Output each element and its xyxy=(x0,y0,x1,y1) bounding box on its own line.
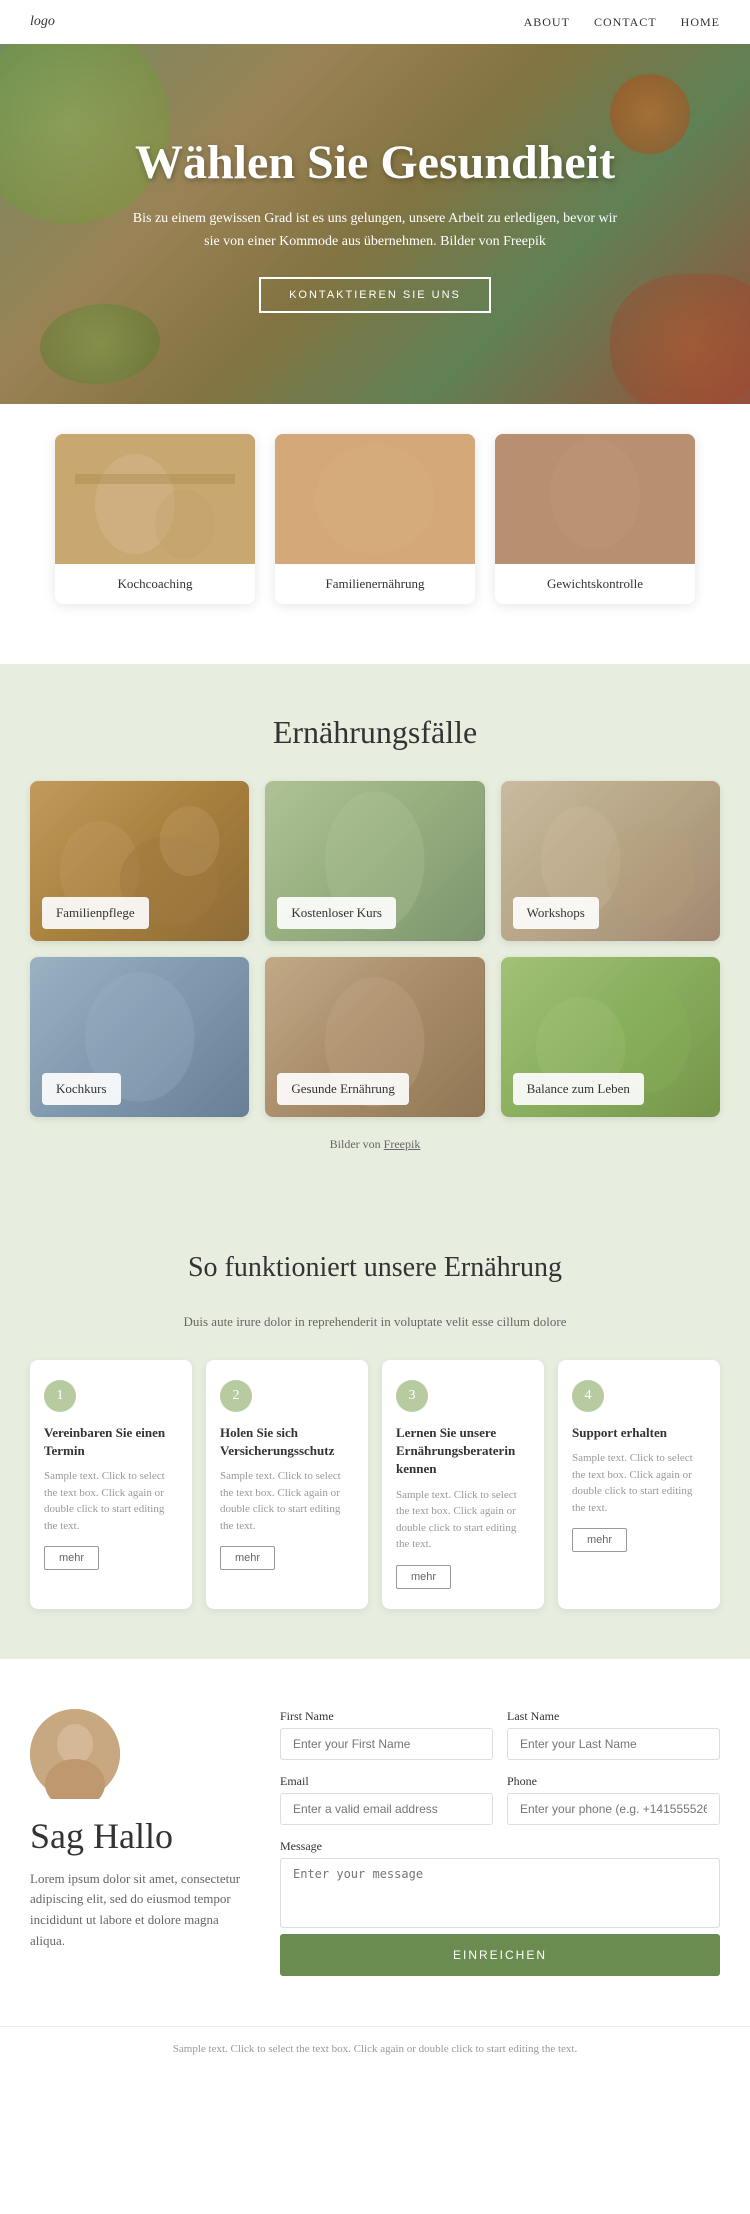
message-label: Message xyxy=(280,1839,720,1854)
card-img-svg-1 xyxy=(275,434,475,564)
service-card-2: Gewichtskontrolle xyxy=(495,434,695,604)
how-subtitle: Duis aute irure dolor in reprehenderit i… xyxy=(30,1314,720,1330)
contact-description: Lorem ipsum dolor sit amet, consectetur … xyxy=(30,1869,250,1952)
firstname-input[interactable] xyxy=(280,1728,493,1760)
contact-left: Sag Hallo Lorem ipsum dolor sit amet, co… xyxy=(30,1709,250,1976)
how-step-btn-2[interactable]: mehr xyxy=(396,1565,451,1589)
lastname-label: Last Name xyxy=(507,1709,720,1724)
how-num-2: 3 xyxy=(396,1380,428,1412)
hero-description: Bis zu einem gewissen Grad ist es uns ge… xyxy=(125,208,625,253)
form-group-email: Email xyxy=(280,1774,493,1825)
phone-label: Phone xyxy=(507,1774,720,1789)
how-step-text-3: Sample text. Click to select the text bo… xyxy=(572,1450,706,1516)
contact-greeting: Sag Hallo xyxy=(30,1815,250,1857)
message-input[interactable] xyxy=(280,1858,720,1928)
case-label-4: Gesunde Ernährung xyxy=(277,1073,409,1105)
card-label-0: Kochcoaching xyxy=(55,564,255,604)
how-step-text-2: Sample text. Click to select the text bo… xyxy=(396,1487,530,1553)
service-card-0: Kochcoaching xyxy=(55,434,255,604)
card-label-2: Gewichtskontrolle xyxy=(495,564,695,604)
how-step-title-2: Lernen Sie unsere Ernährungsberaterin ke… xyxy=(396,1424,530,1479)
card-image-1 xyxy=(275,434,475,564)
case-label-1: Kostenloser Kurs xyxy=(277,897,396,929)
hero-title: Wählen Sie Gesundheit xyxy=(125,135,625,190)
case-card-5: Balance zum Leben xyxy=(501,957,720,1117)
case-card-1: Kostenloser Kurs xyxy=(265,781,484,941)
email-label: Email xyxy=(280,1774,493,1789)
how-card-3: 4 Support erhalten Sample text. Click to… xyxy=(558,1360,720,1609)
freepik-link-cases[interactable]: Freepik xyxy=(384,1137,421,1151)
hero-section: Wählen Sie Gesundheit Bis zu einem gewis… xyxy=(0,44,750,404)
card-image-0 xyxy=(55,434,255,564)
email-input[interactable] xyxy=(280,1793,493,1825)
how-card-1: 2 Holen Sie sich Versicherungsschutz Sam… xyxy=(206,1360,368,1609)
form-group-message: Message xyxy=(280,1839,720,1928)
how-step-text-0: Sample text. Click to select the text bo… xyxy=(44,1468,178,1534)
logo: logo xyxy=(30,14,55,30)
submit-button[interactable]: EINREICHEN xyxy=(280,1934,720,1976)
deco-circle-4 xyxy=(40,304,160,384)
cases-grid: Familienpflege Kostenloser Kurs Workshop… xyxy=(30,781,720,1117)
how-card-2: 3 Lernen Sie unsere Ernährungsberaterin … xyxy=(382,1360,544,1609)
form-row-email: Email Phone xyxy=(280,1774,720,1825)
how-title: So funktioniert unsere Ernährung xyxy=(30,1252,720,1284)
phone-input[interactable] xyxy=(507,1793,720,1825)
how-step-text-1: Sample text. Click to select the text bo… xyxy=(220,1468,354,1534)
form-row-name: First Name Last Name xyxy=(280,1709,720,1760)
nav-about[interactable]: ABOUT xyxy=(524,15,570,30)
firstname-label: First Name xyxy=(280,1709,493,1724)
case-label-0: Familienpflege xyxy=(42,897,149,929)
lastname-input[interactable] xyxy=(507,1728,720,1760)
nav-links: ABOUT CONTACT HOME xyxy=(524,15,720,30)
how-step-btn-3[interactable]: mehr xyxy=(572,1528,627,1552)
how-num-1: 2 xyxy=(220,1380,252,1412)
hero-content: Wählen Sie Gesundheit Bis zu einem gewis… xyxy=(65,135,685,313)
form-group-phone: Phone xyxy=(507,1774,720,1825)
hero-cta-button[interactable]: KONTAKTIEREN SIE UNS xyxy=(259,277,491,313)
contact-form: First Name Last Name Email Phone Message… xyxy=(280,1709,720,1976)
how-section: So funktioniert unsere Ernährung Duis au… xyxy=(0,1202,750,1659)
service-card-1: Familienernährung xyxy=(275,434,475,604)
case-card-2: Workshops xyxy=(501,781,720,941)
card-image-2 xyxy=(495,434,695,564)
how-step-btn-1[interactable]: mehr xyxy=(220,1546,275,1570)
contact-avatar xyxy=(30,1709,120,1799)
card-img-svg-2 xyxy=(495,434,695,564)
case-card-4: Gesunde Ernährung xyxy=(265,957,484,1117)
footer-note: Sample text. Click to select the text bo… xyxy=(0,2026,750,2071)
how-step-title-1: Holen Sie sich Versicherungsschutz xyxy=(220,1424,354,1460)
avatar-svg xyxy=(30,1709,120,1799)
form-group-firstname: First Name xyxy=(280,1709,493,1760)
navigation: logo ABOUT CONTACT HOME xyxy=(0,0,750,44)
cases-credit: Bilder von Freepik xyxy=(30,1137,720,1152)
case-card-3: Kochkurs xyxy=(30,957,249,1117)
how-step-title-0: Vereinbaren Sie einen Termin xyxy=(44,1424,178,1460)
how-num-0: 1 xyxy=(44,1380,76,1412)
how-grid: 1 Vereinbaren Sie einen Termin Sample te… xyxy=(30,1360,720,1609)
how-step-btn-0[interactable]: mehr xyxy=(44,1546,99,1570)
how-step-title-3: Support erhalten xyxy=(572,1424,706,1442)
how-num-3: 4 xyxy=(572,1380,604,1412)
contact-section: Sag Hallo Lorem ipsum dolor sit amet, co… xyxy=(0,1659,750,2026)
case-label-5: Balance zum Leben xyxy=(513,1073,644,1105)
spacer-1 xyxy=(0,634,750,664)
nav-contact[interactable]: CONTACT xyxy=(594,15,657,30)
card-label-1: Familienernährung xyxy=(275,564,475,604)
form-group-lastname: Last Name xyxy=(507,1709,720,1760)
cases-title: Ernährungsfälle xyxy=(30,714,720,751)
how-card-0: 1 Vereinbaren Sie einen Termin Sample te… xyxy=(30,1360,192,1609)
case-card-0: Familienpflege xyxy=(30,781,249,941)
cases-section: Ernährungsfälle Familienpflege Ko xyxy=(0,664,750,1202)
service-cards-row: Kochcoaching Familienernährung Gewichtsk… xyxy=(0,404,750,634)
case-label-2: Workshops xyxy=(513,897,599,929)
nav-home[interactable]: HOME xyxy=(681,15,720,30)
case-label-3: Kochkurs xyxy=(42,1073,121,1105)
card-img-svg-0 xyxy=(55,434,255,564)
